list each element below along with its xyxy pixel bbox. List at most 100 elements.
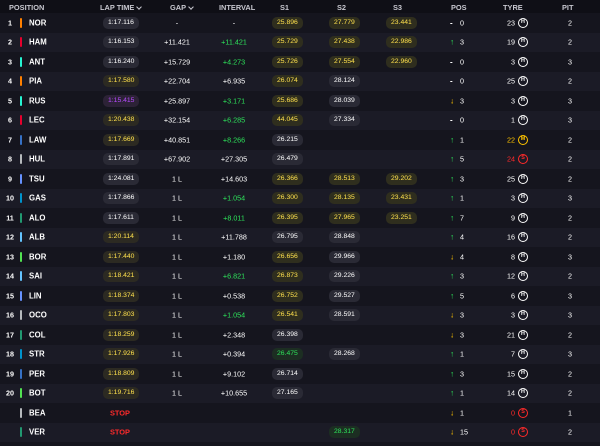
- s1-cell: 26.656: [272, 250, 303, 263]
- s2-time: 28.513: [329, 172, 360, 185]
- interval-value: +1.054: [222, 193, 246, 203]
- pit-count: 3: [568, 349, 572, 359]
- s2-cell: 28.039: [329, 94, 360, 107]
- tyre-compound-icon: H: [518, 290, 528, 301]
- table-row[interactable]: 18 STR 1:17.926 1 L +0.394 26.475 28.268 ↑ 1 7 H 3: [0, 344, 600, 364]
- tyre-laps: 23: [507, 18, 515, 28]
- position-change: 1: [460, 193, 464, 203]
- stop-status: STOP: [110, 408, 130, 418]
- position-number: 5: [8, 96, 12, 106]
- s2-cell: 27.965: [329, 211, 360, 224]
- s2-time: 28.135: [329, 192, 360, 205]
- table-row[interactable]: 11 ALO 1:17.611 1 L +8.011 26.395 27.965 23.251…: [0, 208, 600, 228]
- gap-value: 1 L: [172, 271, 182, 281]
- lap-time-cell: 1:15.415: [103, 94, 140, 107]
- table-row[interactable]: 13 BOR 1:17.440 1 L +1.180 26.656 29.966 ↓ 4 8 H 3: [0, 247, 600, 267]
- table-row[interactable]: 16 OCO 1:17.803 1 L +1.054 26.541 28.591 ↓ 3 3 H 3: [0, 305, 600, 325]
- team-color-bar: [20, 56, 22, 67]
- s3-time: 23.251: [386, 211, 417, 224]
- position-number: 19: [6, 369, 14, 379]
- header-tyre[interactable]: TYRE: [503, 3, 523, 12]
- position-number: 9: [8, 174, 12, 184]
- s1-cell: 26.366: [272, 172, 303, 185]
- gap-value: 1 L: [172, 349, 182, 359]
- driver-code: TSU: [29, 174, 45, 184]
- table-row[interactable]: 8 HUL 1:17.891 +67.902 +27.305 26.479 ↑ 5 24 S 2: [0, 149, 600, 169]
- header-s3[interactable]: S3: [393, 3, 402, 12]
- lap-time: 1:17.891: [103, 153, 140, 166]
- table-row[interactable]: BEA STOP ↓ 1 0 S 1: [0, 403, 600, 423]
- driver-code: HUL: [29, 154, 46, 164]
- arrow-down-icon: ↓: [450, 252, 454, 262]
- table-row[interactable]: 19 PER 1:18.809 1 L +9.102 26.714 ↑ 3 15 H 2: [0, 364, 600, 384]
- position-change: 3: [460, 174, 464, 184]
- tyre-laps: 16: [507, 232, 515, 242]
- header-pit[interactable]: PIT: [562, 3, 574, 12]
- table-row[interactable]: VER STOP 28.317 ↓ 15 0 S 2: [0, 422, 600, 442]
- tyre-laps: 0: [511, 427, 515, 437]
- dash-icon: -: [450, 76, 453, 86]
- s1-cell: 26.074: [272, 75, 303, 88]
- header-lap-time[interactable]: LAP TIME: [100, 3, 143, 12]
- lap-time: 1:16.153: [103, 36, 140, 49]
- position-change: 5: [460, 154, 464, 164]
- arrow-down-icon: ↓: [450, 96, 454, 106]
- table-row[interactable]: 6 LEC 1:20.438 +32.154 +6.285 44.045 27.334 -0 1…: [0, 110, 600, 130]
- pit-count: 2: [568, 388, 572, 398]
- s1-cell: 26.300: [272, 192, 303, 205]
- table-row[interactable]: 3 ANT 1:16.240 +15.729 +4.273 25.726 27.554 22.…: [0, 52, 600, 72]
- table-row[interactable]: 20 BOT 1:19.716 1 L +10.655 27.165 ↑ 1 14 H 2: [0, 383, 600, 403]
- table-row[interactable]: 10 GAS 1:17.866 1 L +1.054 26.300 28.135 23.431…: [0, 188, 600, 208]
- header-pos[interactable]: POS: [451, 3, 467, 12]
- header-position[interactable]: POSITION: [9, 3, 44, 12]
- tyre-compound-icon: H: [518, 37, 528, 48]
- tyre-compound-icon: H: [518, 56, 528, 67]
- pit-count: 3: [568, 310, 572, 320]
- s1-time: 26.074: [272, 75, 303, 88]
- s3-time: 23.441: [386, 16, 417, 29]
- table-row[interactable]: 7 LAW 1:17.669 +40.851 +8.266 26.215 ↑ 1 22 M 2: [0, 130, 600, 150]
- team-color-bar: [20, 427, 22, 438]
- tyre-compound-icon: H: [518, 310, 528, 321]
- driver-code: ALB: [29, 232, 46, 242]
- position-change: 15: [460, 427, 468, 437]
- pit-count: 2: [568, 330, 572, 340]
- s1-cell: 27.165: [272, 387, 303, 400]
- table-row[interactable]: 5 RUS 1:15.415 +25.897 +3.171 25.686 28.039 ↓ 3 3…: [0, 91, 600, 111]
- table-row[interactable]: 17 COL 1:18.259 1 L +2.348 26.398 ↓ 3 21 H 2: [0, 325, 600, 345]
- gap-value: 1 L: [172, 291, 182, 301]
- position-change: 3: [460, 96, 464, 106]
- lap-time-cell: 1:24.081: [103, 172, 140, 185]
- header-s2[interactable]: S2: [337, 3, 346, 12]
- header-s1[interactable]: S1: [280, 3, 289, 12]
- lap-time-cell: 1:17.926: [103, 348, 140, 361]
- header-gap[interactable]: GAP: [170, 3, 194, 12]
- arrow-up-icon: ↑: [450, 349, 454, 359]
- lap-time-cell: 1:20.114: [103, 231, 139, 244]
- table-row[interactable]: 14 SAI 1:18.421 1 L +6.821 26.873 29.226 ↑ 3 12 H 2: [0, 266, 600, 286]
- header-interval[interactable]: INTERVAL: [219, 3, 255, 12]
- driver-code: VER: [29, 427, 46, 437]
- table-row[interactable]: 9 TSU 1:24.081 1 L +14.603 26.366 28.513 29.202…: [0, 169, 600, 189]
- s2-cell: 28.848: [329, 231, 360, 244]
- interval-value: +2.348: [222, 330, 246, 340]
- table-row[interactable]: 12 ALB 1:20.114 1 L +11.788 26.795 28.848 ↑ 4 16 H…: [0, 227, 600, 247]
- arrow-up-icon: ↑: [450, 271, 454, 281]
- interval-value: +10.655: [220, 388, 248, 398]
- s2-cell: 28.513: [329, 172, 360, 185]
- table-row[interactable]: 2 HAM 1:16.153 +11.421 +11.421 25.729 27.438 22…: [0, 32, 600, 52]
- pit-count: 2: [568, 271, 572, 281]
- table-row[interactable]: 15 LIN 1:18.374 1 L +0.538 26.752 29.527 ↑ 5 6 H 3: [0, 286, 600, 306]
- position-number: 16: [6, 310, 14, 320]
- pit-count: 3: [568, 115, 572, 125]
- table-row[interactable]: 4 PIA 1:17.580 +22.704 +6.935 26.074 28.124 -0 2…: [0, 71, 600, 91]
- arrow-up-icon: ↑: [450, 291, 454, 301]
- gap-value: 1 L: [172, 232, 182, 242]
- driver-code: SAI: [29, 271, 42, 281]
- s1-time: 26.752: [272, 289, 303, 302]
- table-row[interactable]: 1 NOR 1:17.116- -25.896 27.779 23.441-0 23 H 2: [0, 13, 600, 33]
- driver-code: LAW: [29, 135, 47, 145]
- lap-time: 1:17.926: [103, 348, 140, 361]
- position-change: 1: [460, 135, 464, 145]
- driver-code: PIA: [29, 76, 42, 86]
